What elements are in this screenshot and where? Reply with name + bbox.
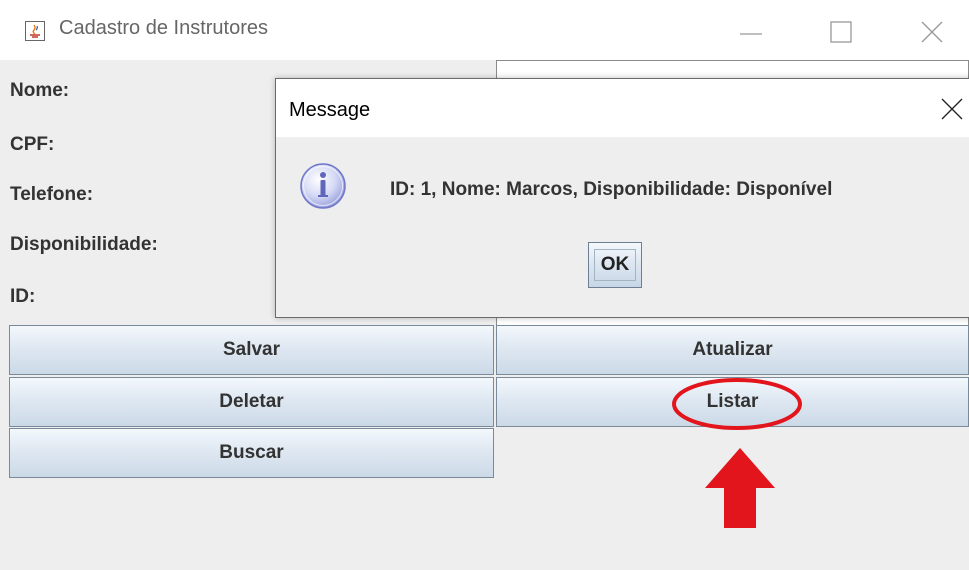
message-dialog: Message ID: 1, Nome: Marcos, Disponibili… — [275, 78, 969, 318]
dialog-titlebar: Message — [276, 79, 969, 137]
close-icon — [921, 21, 943, 43]
maximize-button[interactable] — [821, 12, 861, 52]
dialog-message: ID: 1, Nome: Marcos, Disponibilidade: Di… — [390, 179, 833, 200]
close-button[interactable] — [912, 12, 952, 52]
label-disponibilidade: Disponibilidade: — [10, 234, 158, 255]
dialog-title: Message — [289, 99, 371, 121]
label-id: ID: — [10, 286, 36, 307]
label-cpf: CPF: — [10, 134, 55, 155]
dialog-close-button[interactable] — [932, 89, 969, 129]
atualizar-button[interactable]: Atualizar — [496, 325, 969, 375]
window-titlebar: Cadastro de Instrutores — [0, 0, 969, 60]
buscar-button[interactable]: Buscar — [9, 428, 494, 478]
minimize-button[interactable] — [731, 12, 771, 52]
info-icon — [300, 163, 346, 209]
java-icon — [25, 21, 45, 41]
salvar-button[interactable]: Salvar — [9, 325, 494, 375]
annotation-overlay — [672, 378, 802, 528]
label-telefone: Telefone: — [10, 184, 94, 205]
ok-button-label: OK — [593, 249, 637, 281]
deletar-button[interactable]: Deletar — [9, 377, 494, 427]
ok-button[interactable]: OK — [588, 242, 642, 288]
highlight-ellipse — [672, 378, 802, 430]
arrow-up-icon — [705, 448, 775, 528]
close-icon — [941, 98, 963, 120]
label-nome: Nome: — [10, 80, 70, 101]
window-title: Cadastro de Instrutores — [59, 17, 268, 39]
maximize-icon — [830, 21, 852, 43]
minimize-icon — [740, 33, 762, 35]
